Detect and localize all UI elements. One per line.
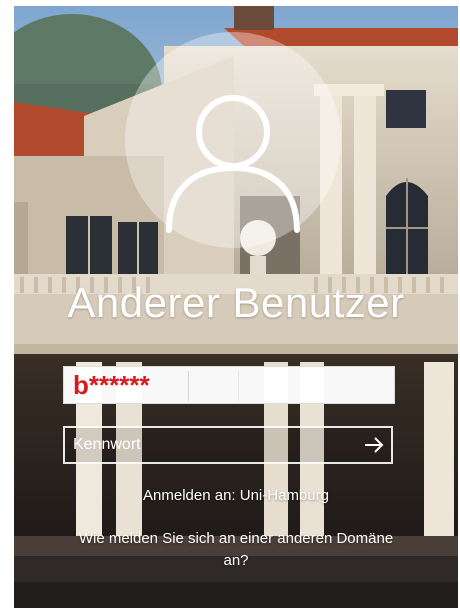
other-domain-link[interactable]: Wie melden Sie sich an einer anderen Dom… bbox=[74, 528, 398, 572]
lock-screen: Anderer Benutzer b****** Anmelden an: Un… bbox=[14, 6, 458, 608]
field-divider bbox=[188, 371, 189, 401]
password-field[interactable] bbox=[63, 426, 393, 464]
field-divider bbox=[238, 371, 239, 401]
sign-in-domain-label: Anmelden an: Uni-Hamburg bbox=[143, 487, 329, 504]
username-value: b****** bbox=[73, 370, 150, 400]
username-field[interactable]: b****** bbox=[63, 366, 395, 404]
user-silhouette-icon bbox=[166, 95, 300, 233]
password-input[interactable] bbox=[73, 434, 343, 456]
arrow-right-icon bbox=[365, 437, 384, 453]
user-avatar bbox=[125, 32, 341, 248]
user-display-name: Anderer Benutzer bbox=[67, 279, 405, 326]
submit-button[interactable] bbox=[357, 428, 391, 462]
